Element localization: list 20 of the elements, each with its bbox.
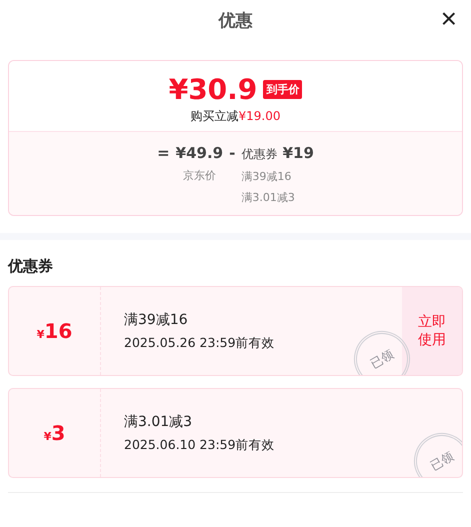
coupon-rule: 满3.01减3	[241, 190, 295, 205]
coupon-title: 满39减16	[124, 310, 189, 328]
minus-sign: -	[229, 144, 236, 162]
coupon-validity: 2025.06.10 23:59前有效	[124, 436, 276, 454]
coupon-rule: 满39减16	[241, 169, 292, 184]
base-price-label: 京东价	[182, 168, 216, 183]
coupon-validity: 2025.05.26 23:59前有效	[124, 334, 276, 352]
section-title: 优惠券	[8, 257, 54, 276]
coupon-amount: ¥16	[36, 319, 72, 343]
base-price: ¥49.9	[176, 144, 224, 162]
equals-sign: =	[157, 144, 170, 162]
final-price-tag: 到手价	[263, 80, 302, 99]
dialog-title: 优惠	[218, 10, 252, 32]
saving-text: 购买立减¥19.00	[190, 108, 280, 125]
close-button[interactable]: ×	[440, 6, 457, 32]
use-now-button[interactable]: 立即使用	[402, 287, 462, 375]
coupon-amount: ¥3	[44, 421, 66, 445]
coupon-total: 优惠券 ¥19	[241, 144, 314, 163]
final-price: ¥30.9	[168, 73, 258, 106]
coupon-title: 满3.01减3	[124, 412, 194, 430]
